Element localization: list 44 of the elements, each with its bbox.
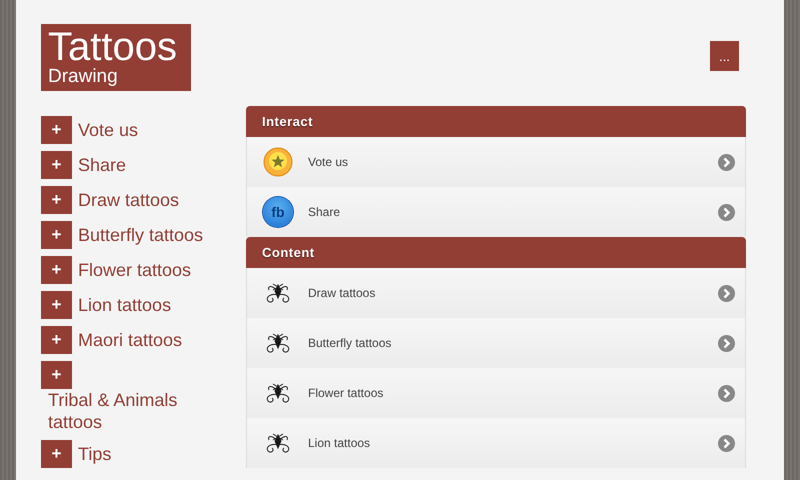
site-logo[interactable]: Tattoos Drawing [41,24,191,91]
chevron-right-icon [718,154,735,170]
section-header: Interact [246,106,746,137]
list-item[interactable]: fb Share [246,187,746,237]
logo-subtitle: Drawing [48,67,119,87]
expand-button[interactable]: + [41,361,72,389]
list-item[interactable]: Vote us [246,137,746,187]
expand-button[interactable]: + [41,440,72,468]
chevron-right-icon [718,284,735,302]
nav-link[interactable]: Flower tattoos [78,259,192,281]
list-item[interactable]: Butterfly tattoos [246,318,746,368]
chevron-right-icon [718,204,735,220]
item-label: Butterfly tattoos [308,336,392,350]
item-label: Draw tattoos [308,286,376,300]
nav-link[interactable]: Tribal & Animals tattoos [41,389,221,433]
item-label: Lion tattoos [308,436,372,450]
item-label: Share [308,205,342,219]
chevron-right-icon [718,434,735,452]
nav-link[interactable]: Share [78,154,126,176]
expand-button[interactable]: + [41,326,72,354]
expand-button[interactable]: + [41,256,72,284]
nav-link[interactable]: Draw tattoos [78,189,180,211]
nav-link[interactable]: Tips [78,443,112,465]
facebook-icon: fb [263,197,293,227]
expand-button[interactable]: + [41,186,72,214]
nav-link[interactable]: Butterfly tattoos [78,224,204,246]
list-item[interactable]: Draw tattoos [246,268,746,318]
section-header: Content [246,237,746,268]
logo-title: Tattoos [48,27,178,67]
item-label: Flower tattoos [308,386,384,400]
menu-button[interactable]: ... [710,41,739,71]
item-label: Vote us [308,155,350,169]
chevron-right-icon [718,334,735,352]
nav-link[interactable]: Lion tattoos [78,294,172,316]
list-item[interactable]: Lion tattoos [246,418,746,468]
star-coin-icon [263,147,293,177]
expand-button[interactable]: + [41,291,72,319]
list-item[interactable]: Flower tattoos [246,368,746,418]
expand-button[interactable]: + [41,116,72,144]
chevron-right-icon [718,384,735,402]
expand-button[interactable]: + [41,221,72,249]
nav-link[interactable]: Maori tattoos [78,329,182,351]
expand-button[interactable]: + [41,151,72,179]
nav-link[interactable]: Vote us [78,119,138,141]
